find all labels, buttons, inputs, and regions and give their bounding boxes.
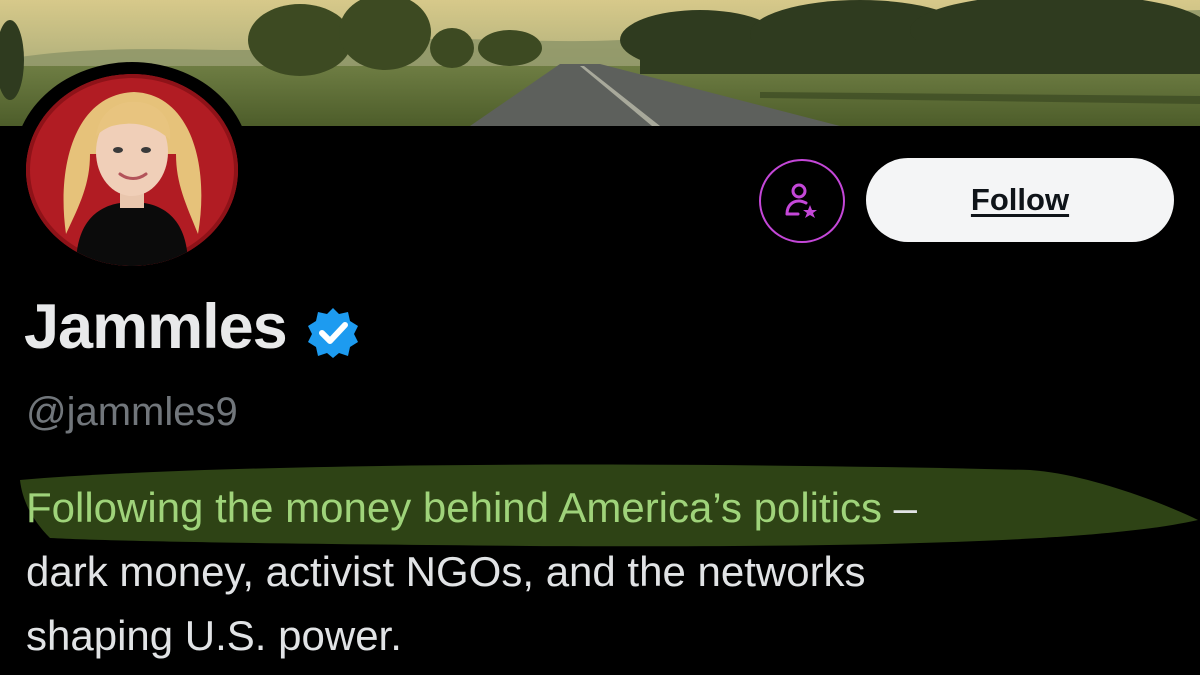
bio-separator: – xyxy=(882,484,918,531)
profile-name-row: Jammles xyxy=(24,296,359,359)
handle: @jammles9 xyxy=(26,390,238,434)
profile-bio: Following the money behind America’s pol… xyxy=(26,476,1186,668)
display-name: Jammles xyxy=(24,292,288,362)
bio-line-2: dark money, activist NGOs, and the netwo… xyxy=(26,548,866,595)
subscribe-button[interactable] xyxy=(759,159,845,243)
follow-button[interactable]: Follow xyxy=(866,158,1174,242)
person-star-icon xyxy=(785,183,817,218)
avatar[interactable] xyxy=(14,62,250,266)
bio-line-3: shaping U.S. power. xyxy=(26,612,402,659)
verified-badge-icon[interactable] xyxy=(307,306,359,358)
bio-highlight-text: Following the money behind America’s pol… xyxy=(26,484,882,531)
